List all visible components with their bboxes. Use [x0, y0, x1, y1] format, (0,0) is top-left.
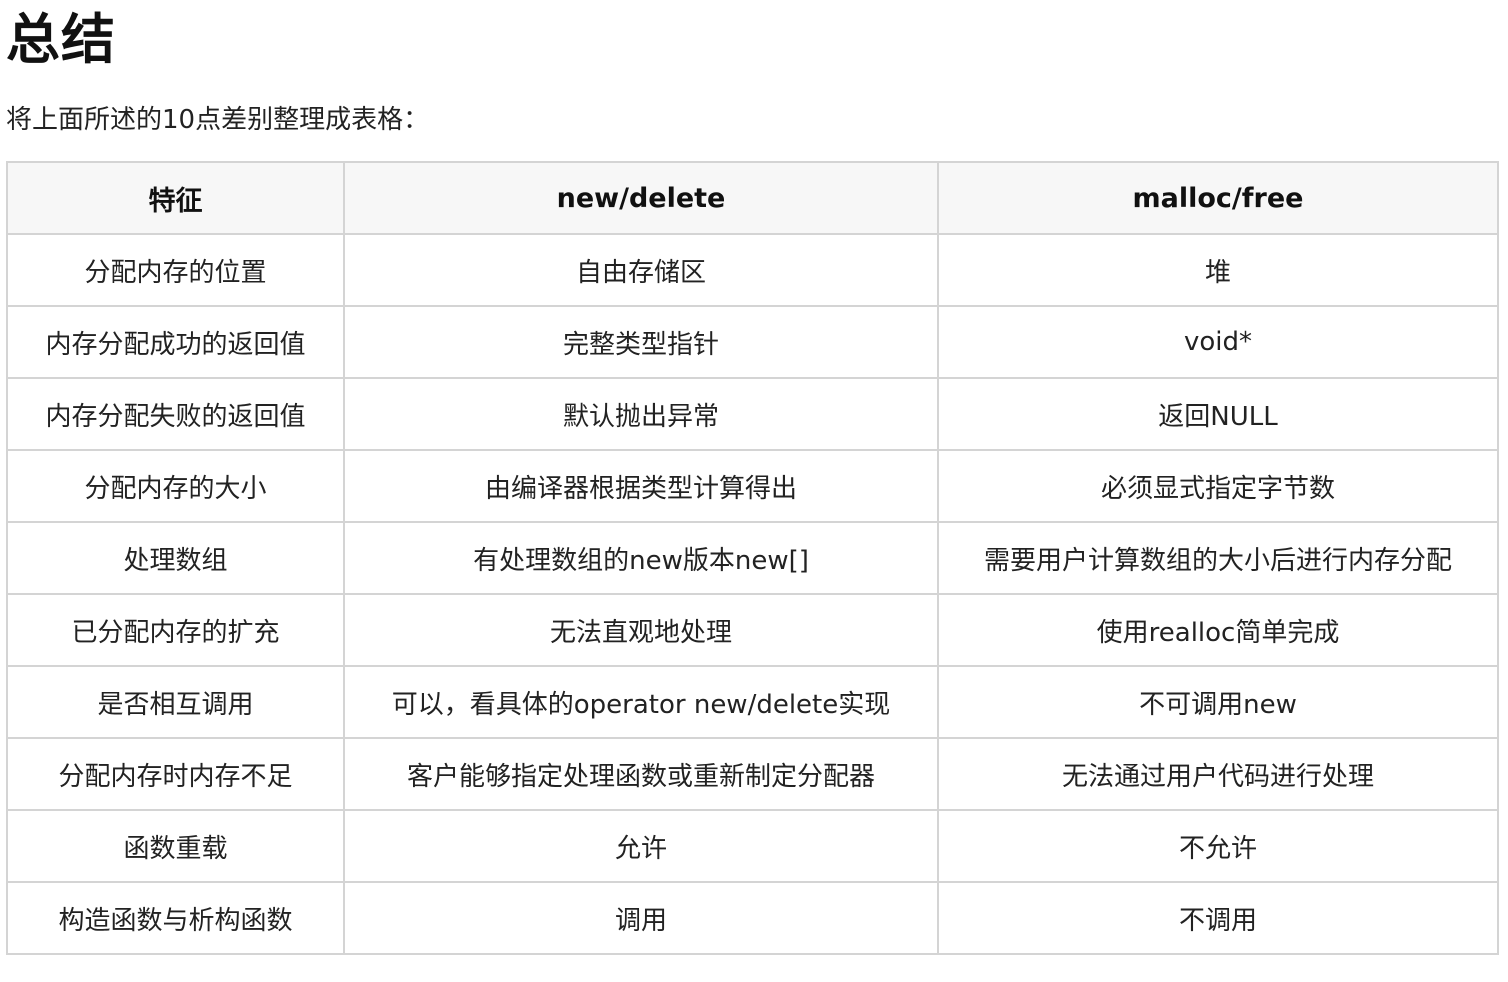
cell-malloc-free: 不调用	[937, 881, 1499, 955]
table-row: 是否相互调用 可以，看具体的operator new/delete实现 不可调用…	[6, 665, 1499, 739]
table-row: 处理数组 有处理数组的new版本new[] 需要用户计算数组的大小后进行内存分配	[6, 521, 1499, 595]
cell-feature: 已分配内存的扩充	[6, 593, 345, 667]
table-row: 分配内存的大小 由编译器根据类型计算得出 必须显式指定字节数	[6, 449, 1499, 523]
cell-new-delete: 默认抛出异常	[343, 377, 939, 451]
cell-malloc-free: 返回NULL	[937, 377, 1499, 451]
table-row: 构造函数与析构函数 调用 不调用	[6, 881, 1499, 955]
header-feature: 特征	[6, 161, 345, 235]
cell-malloc-free: 堆	[937, 233, 1499, 307]
header-malloc-free: malloc/free	[937, 161, 1499, 235]
table-row: 内存分配失败的返回值 默认抛出异常 返回NULL	[6, 377, 1499, 451]
table-row: 内存分配成功的返回值 完整类型指针 void*	[6, 305, 1499, 379]
cell-malloc-free: 必须显式指定字节数	[937, 449, 1499, 523]
cell-malloc-free: 使用realloc简单完成	[937, 593, 1499, 667]
cell-new-delete: 有处理数组的new版本new[]	[343, 521, 939, 595]
table-row: 分配内存时内存不足 客户能够指定处理函数或重新制定分配器 无法通过用户代码进行处…	[6, 737, 1499, 811]
table-row: 分配内存的位置 自由存储区 堆	[6, 233, 1499, 307]
cell-new-delete: 可以，看具体的operator new/delete实现	[343, 665, 939, 739]
cell-feature: 函数重载	[6, 809, 345, 883]
cell-new-delete: 允许	[343, 809, 939, 883]
cell-malloc-free: 不允许	[937, 809, 1499, 883]
cell-malloc-free: 需要用户计算数组的大小后进行内存分配	[937, 521, 1499, 595]
cell-new-delete: 调用	[343, 881, 939, 955]
cell-malloc-free: void*	[937, 305, 1499, 379]
cell-feature: 构造函数与析构函数	[6, 881, 345, 955]
comparison-table: 特征 new/delete malloc/free 分配内存的位置 自由存储区 …	[6, 161, 1499, 955]
cell-feature: 内存分配失败的返回值	[6, 377, 345, 451]
cell-malloc-free: 无法通过用户代码进行处理	[937, 737, 1499, 811]
cell-feature: 分配内存时内存不足	[6, 737, 345, 811]
cell-new-delete: 完整类型指针	[343, 305, 939, 379]
cell-new-delete: 无法直观地处理	[343, 593, 939, 667]
table-row: 函数重载 允许 不允许	[6, 809, 1499, 883]
table-row: 已分配内存的扩充 无法直观地处理 使用realloc简单完成	[6, 593, 1499, 667]
cell-new-delete: 自由存储区	[343, 233, 939, 307]
cell-feature: 内存分配成功的返回值	[6, 305, 345, 379]
cell-feature: 分配内存的位置	[6, 233, 345, 307]
cell-feature: 分配内存的大小	[6, 449, 345, 523]
intro-paragraph: 将上面所述的10点差别整理成表格：	[6, 105, 430, 135]
cell-malloc-free: 不可调用new	[937, 665, 1499, 739]
cell-feature: 处理数组	[6, 521, 345, 595]
page-title: 总结	[6, 8, 116, 71]
cell-new-delete: 由编译器根据类型计算得出	[343, 449, 939, 523]
cell-feature: 是否相互调用	[6, 665, 345, 739]
cell-new-delete: 客户能够指定处理函数或重新制定分配器	[343, 737, 939, 811]
header-new-delete: new/delete	[343, 161, 939, 235]
table-header-row: 特征 new/delete malloc/free	[6, 161, 1499, 235]
